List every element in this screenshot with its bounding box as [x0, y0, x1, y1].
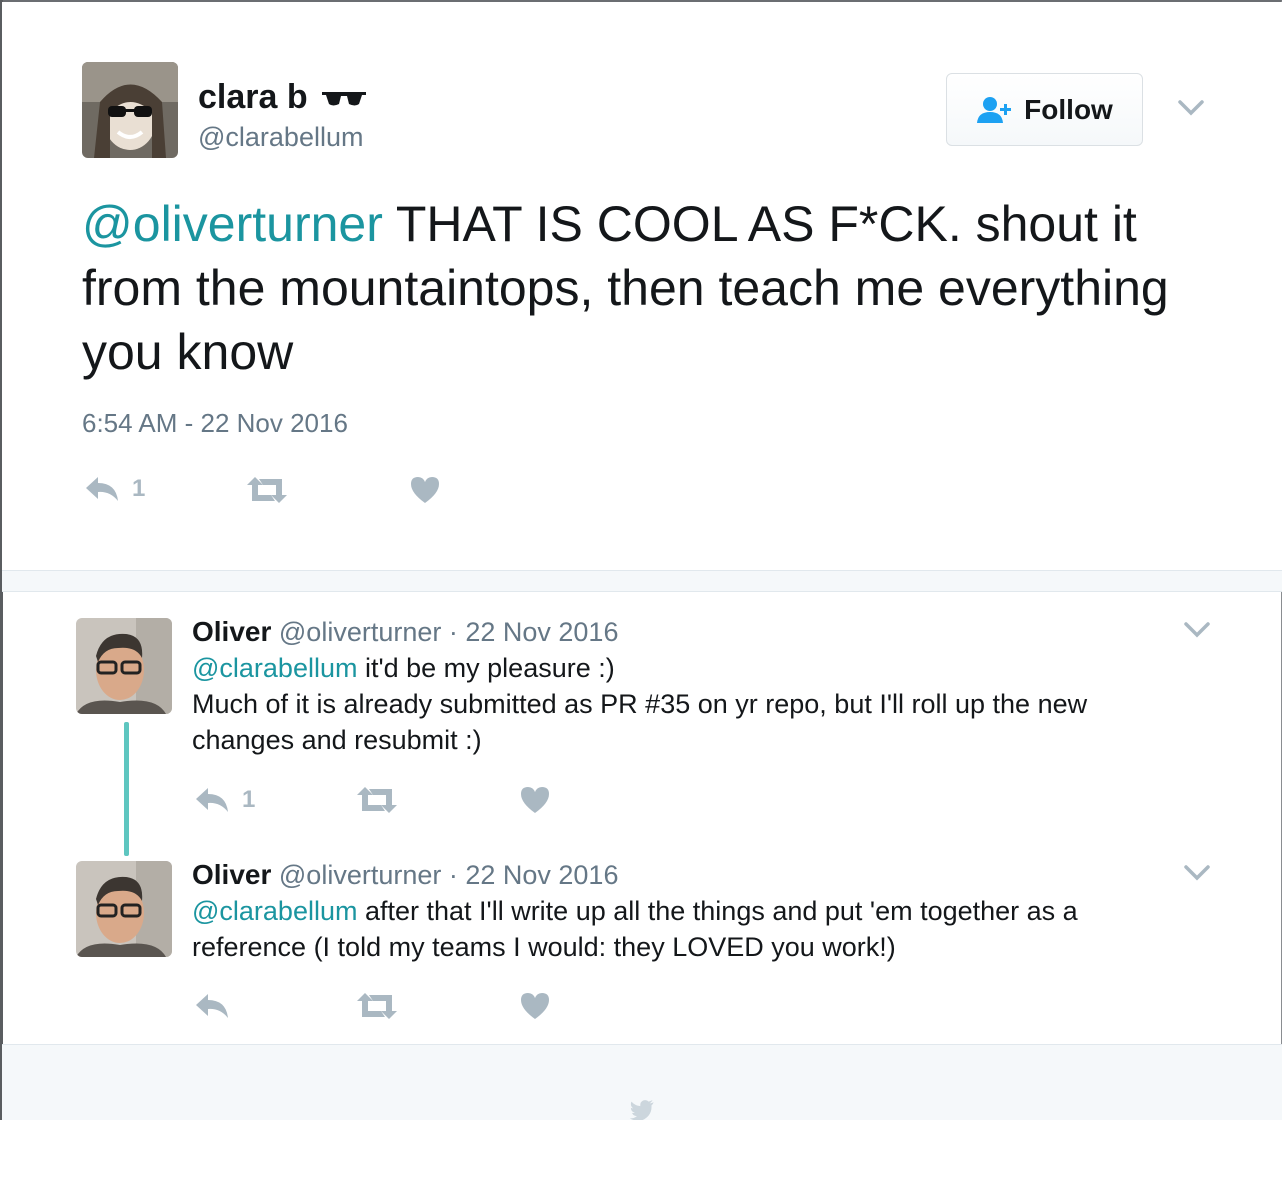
- like-button[interactable]: [520, 992, 550, 1020]
- like-button[interactable]: [410, 476, 440, 504]
- reply-text-rest: Much of it is already submitted as PR #3…: [192, 689, 1088, 755]
- reply-button[interactable]: 1: [194, 786, 255, 814]
- thread-connector: [124, 722, 129, 856]
- reply-meta[interactable]: @oliverturner · 22 Nov 2016: [271, 617, 619, 647]
- reply-avatar[interactable]: [76, 861, 172, 957]
- reply-header: Oliver @oliverturner · 22 Nov 2016: [192, 859, 618, 891]
- reply-header: Oliver @oliverturner · 22 Nov 2016: [192, 616, 618, 648]
- follow-button[interactable]: Follow: [946, 73, 1143, 146]
- chevron-down-icon[interactable]: [1178, 100, 1204, 116]
- heart-icon: [521, 993, 549, 1019]
- mention-link[interactable]: @oliverturner: [82, 196, 383, 252]
- retweet-button[interactable]: [245, 476, 289, 504]
- retweet-button[interactable]: [355, 992, 399, 1020]
- mention-link[interactable]: @clarabellum: [192, 653, 357, 683]
- reply-author-name[interactable]: Oliver: [192, 859, 271, 890]
- reply-text: @clarabellum it'd be my pleasure :) Much…: [192, 650, 1152, 758]
- heart-icon: [521, 787, 549, 813]
- like-button[interactable]: [520, 786, 550, 814]
- tweet-text: @oliverturner THAT IS COOL AS F*CK. shou…: [82, 192, 1192, 384]
- reply-count: 1: [132, 475, 146, 502]
- sunglasses-icon: [321, 92, 366, 106]
- reply-author-name[interactable]: Oliver: [192, 616, 271, 647]
- retweet-icon: [357, 993, 397, 1019]
- author-handle[interactable]: @clarabellum: [198, 122, 363, 153]
- mention-link[interactable]: @clarabellum: [192, 896, 357, 926]
- reply-button[interactable]: 1: [84, 475, 145, 503]
- reply-meta[interactable]: @oliverturner · 22 Nov 2016: [271, 860, 619, 890]
- divider: [2, 570, 1282, 592]
- reply-button[interactable]: [194, 992, 230, 1020]
- author-name-text: clara b: [198, 78, 308, 116]
- heart-icon: [411, 477, 439, 503]
- timestamp[interactable]: 6:54 AM - 22 Nov 2016: [82, 408, 348, 439]
- reply-icon: [86, 477, 118, 501]
- author-name[interactable]: clara b: [198, 78, 366, 117]
- reply-icon: [196, 994, 228, 1018]
- avatar[interactable]: [82, 62, 178, 158]
- retweet-icon: [247, 477, 287, 503]
- reply-icon: [196, 788, 228, 812]
- retweet-button[interactable]: [355, 786, 399, 814]
- chevron-down-icon[interactable]: [1184, 622, 1210, 638]
- reply-avatar[interactable]: [76, 618, 172, 714]
- reply-text-line: it'd be my pleasure :): [357, 653, 615, 683]
- retweet-icon: [357, 787, 397, 813]
- chevron-down-icon[interactable]: [1184, 865, 1210, 881]
- reply-count: 1: [242, 786, 256, 813]
- follow-label: Follow: [1024, 93, 1113, 125]
- add-user-icon: [977, 96, 1012, 123]
- twitter-bird-icon[interactable]: [620, 1100, 664, 1120]
- reply-text: @clarabellum after that I'll write up al…: [192, 893, 1152, 965]
